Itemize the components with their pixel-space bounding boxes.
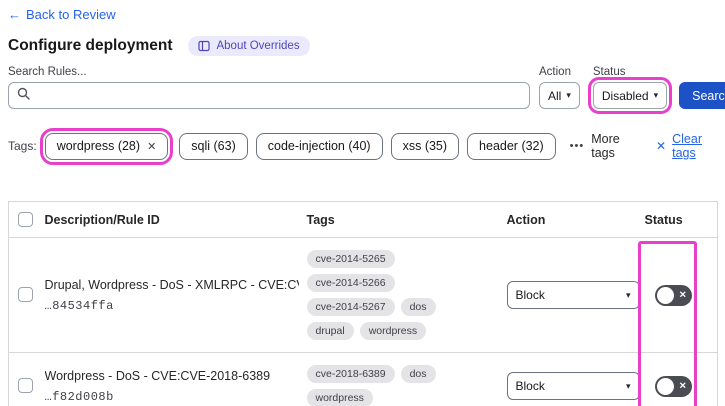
rule-description: Drupal, Wordpress - DoS - XMLRPC - CVE:C…	[44, 277, 299, 292]
more-tags-label: More tags	[591, 132, 620, 160]
search-rules-input[interactable]	[36, 88, 521, 103]
rule-tag-pill: wordpress	[359, 322, 427, 340]
select-all-checkbox[interactable]	[18, 212, 33, 228]
toggle-knob	[656, 377, 674, 395]
tag-filter-pill[interactable]: wordpress (28) ✕	[39, 127, 174, 165]
chevron-down-icon: ▾	[566, 90, 571, 100]
remove-tag-icon[interactable]: ✕	[147, 140, 156, 153]
table-header-row: Description/Rule ID Tags Action Status	[8, 201, 718, 238]
tag-filter-pill-label: header (32)	[479, 139, 544, 153]
description-cell: Wordpress - DoS - CVE:CVE-2018-6389 …f82d…	[41, 353, 303, 406]
title-row: Configure deployment About Overrides	[8, 36, 717, 56]
rule-tag-pill: dos	[400, 298, 436, 316]
rule-tags: cve-2018-6389 dos wordpress	[306, 365, 499, 406]
toggle-off-x-icon: ✕	[678, 289, 687, 300]
row-checkbox-cell	[9, 238, 41, 353]
status-filter-dropdown[interactable]: Disabled ▾	[587, 77, 673, 114]
page-title: Configure deployment	[8, 37, 173, 54]
action-cell: Block ▾	[503, 238, 641, 353]
action-select[interactable]: Block ▾	[506, 281, 640, 309]
column-header-description: Description/Rule ID	[40, 201, 303, 238]
tag-filter-pill[interactable]: header (32)	[467, 132, 556, 160]
tag-filter-pill[interactable]: code-injection (40)	[255, 132, 383, 160]
status-cell: ✕	[641, 238, 718, 353]
search-input-box[interactable]	[8, 82, 530, 109]
action-cell: Block ▾	[503, 353, 641, 406]
column-header-status: Status	[640, 201, 718, 238]
rule-tag-pill: dos	[400, 365, 436, 383]
status-toggle[interactable]: ✕	[654, 375, 692, 397]
action-select-value: Block	[515, 379, 545, 393]
status-toggle[interactable]: ✕	[654, 284, 692, 306]
rule-tag-pill: cve-2018-6389	[306, 365, 395, 383]
book-icon	[198, 40, 211, 52]
about-overrides-badge[interactable]: About Overrides	[188, 36, 310, 56]
back-link-label: Back to Review	[26, 7, 116, 22]
action-select-value: Block	[515, 288, 545, 302]
tag-filter-pill[interactable]: sqli (63)	[179, 132, 248, 160]
status-cell: ✕	[641, 353, 718, 406]
rules-table-container: Description/Rule ID Tags Action Status D…	[8, 201, 718, 406]
rule-tag-pill: cve-2014-5266	[306, 274, 395, 292]
clear-tags-label: Clear tags	[672, 132, 702, 160]
search-rules-label: Search Rules...	[8, 66, 87, 78]
tag-filter-pill-label: wordpress (28)	[56, 139, 141, 153]
column-header-tags: Tags	[302, 201, 503, 238]
chevron-down-icon: ▾	[625, 289, 631, 300]
rule-tag-pill: wordpress	[306, 389, 373, 406]
rule-id: …f82d008b	[44, 389, 114, 404]
tag-filter-pill[interactable]: xss (35)	[390, 132, 460, 160]
rule-description: Wordpress - DoS - CVE:CVE-2018-6389	[44, 368, 271, 383]
status-filter-label: Status	[592, 66, 626, 78]
ellipsis-icon: •••	[569, 140, 585, 152]
rule-id: …84534ffa	[44, 298, 114, 313]
search-icon	[17, 87, 36, 105]
tags-cell: cve-2018-6389 dos wordpress	[303, 353, 503, 406]
action-filter-dropdown[interactable]: All ▾	[539, 82, 580, 109]
column-header-action: Action	[502, 201, 641, 238]
description-cell: Drupal, Wordpress - DoS - XMLRPC - CVE:C…	[41, 238, 303, 353]
search-button[interactable]: Search	[679, 82, 725, 109]
row-checkbox[interactable]	[18, 287, 33, 303]
filter-row: Search Rules... Action All ▾ Status Disa…	[8, 66, 725, 114]
rule-tags: cve-2014-5265 cve-2014-5266 cve-2014-5267 d…	[306, 250, 499, 340]
configure-deployment-page: ← Back to Review Configure deployment Abo…	[0, 0, 725, 406]
tags-filter-bar: Tags: wordpress (28) ✕ sqli (63) code-injec…	[8, 127, 717, 165]
tag-filter-pill-label: code-injection (40)	[267, 139, 371, 153]
rule-tag-pill: cve-2014-5267	[306, 298, 395, 316]
row-checkbox[interactable]	[18, 378, 33, 394]
table-row: Wordpress - DoS - CVE:CVE-2018-6389 …f82d…	[8, 352, 718, 406]
tags-label: Tags:	[8, 139, 37, 153]
rules-table: Description/Rule ID Tags Action Status D…	[8, 201, 718, 406]
table-row: Drupal, Wordpress - DoS - XMLRPC - CVE:C…	[9, 238, 718, 353]
clear-tags-link[interactable]: ✕ Clear tags	[656, 132, 717, 160]
row-checkbox-cell	[9, 353, 41, 406]
toggle-knob	[656, 286, 674, 304]
rule-tag-pill: cve-2014-5265	[306, 250, 395, 268]
back-arrow-icon: ←	[8, 7, 21, 22]
tag-filter-pill-label: xss (35)	[402, 139, 448, 153]
more-tags-button[interactable]: ••• More tags	[570, 132, 634, 160]
chevron-down-icon: ▾	[653, 90, 659, 100]
chevron-down-icon: ▾	[625, 380, 631, 391]
status-filter-value: Disabled	[601, 88, 649, 103]
back-to-review-link[interactable]: ← Back to Review	[8, 7, 116, 22]
action-select[interactable]: Block ▾	[506, 372, 640, 400]
rule-tag-pill: drupal	[306, 322, 354, 340]
tags-cell: cve-2014-5265 cve-2014-5266 cve-2014-5267 d…	[303, 238, 503, 353]
tag-filter-pills: wordpress (28) ✕ sqli (63) code-injection (…	[39, 127, 556, 165]
tag-filter-pill-label: sqli (63)	[191, 139, 236, 153]
close-icon: ✕	[656, 139, 667, 153]
about-overrides-label: About Overrides	[216, 40, 300, 52]
action-filter-label: Action	[539, 66, 571, 78]
toggle-off-x-icon: ✕	[678, 380, 687, 391]
action-filter-value: All	[548, 88, 562, 103]
